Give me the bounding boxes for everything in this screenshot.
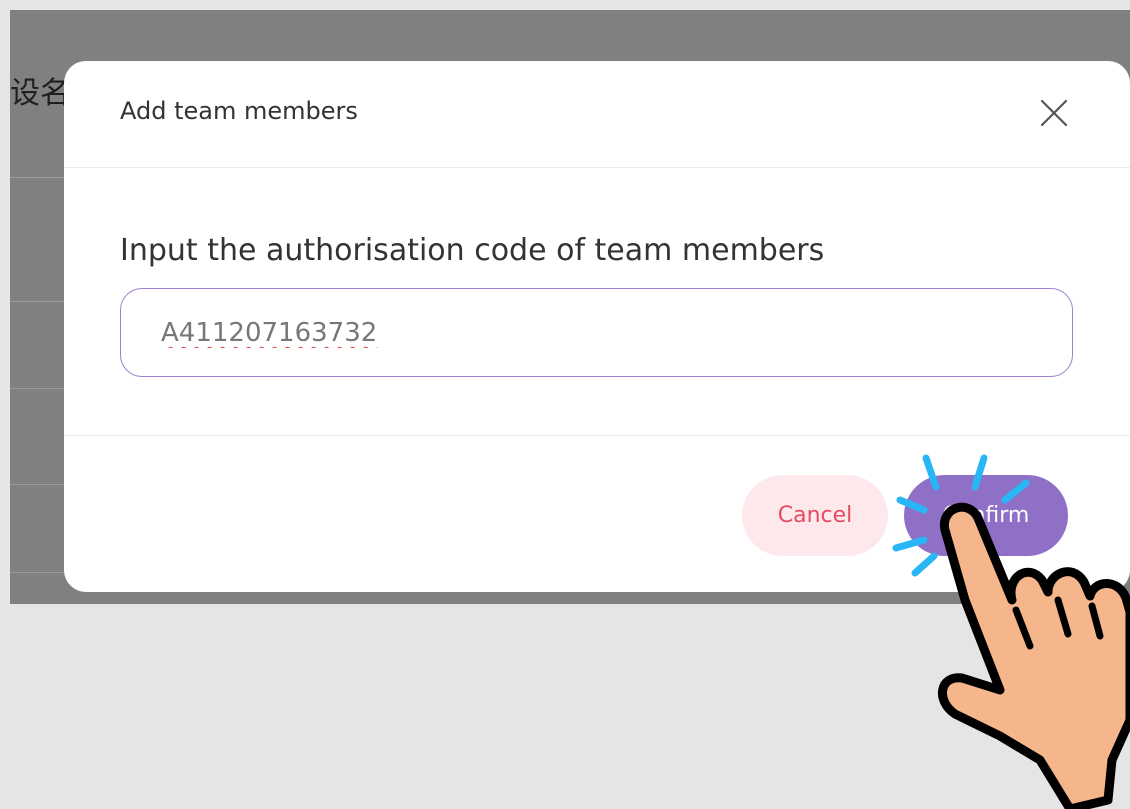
background-page-text: 设名: [10, 76, 70, 111]
dialog-title: Add team members: [120, 97, 358, 125]
confirm-button[interactable]: Confirm: [904, 475, 1068, 556]
dialog-header: Add team members: [64, 61, 1130, 168]
add-team-members-dialog: Add team members Input the authorisation…: [64, 61, 1130, 592]
cancel-button[interactable]: Cancel: [742, 475, 888, 556]
authorisation-code-input[interactable]: [120, 288, 1073, 377]
screenshot-frame: 设名 Add team members Input the authorisat…: [10, 10, 1130, 604]
footer-divider: [64, 435, 1130, 436]
close-icon: [1040, 99, 1068, 127]
authorisation-code-label: Input the authorisation code of team mem…: [120, 233, 825, 268]
close-button[interactable]: [1034, 93, 1074, 133]
